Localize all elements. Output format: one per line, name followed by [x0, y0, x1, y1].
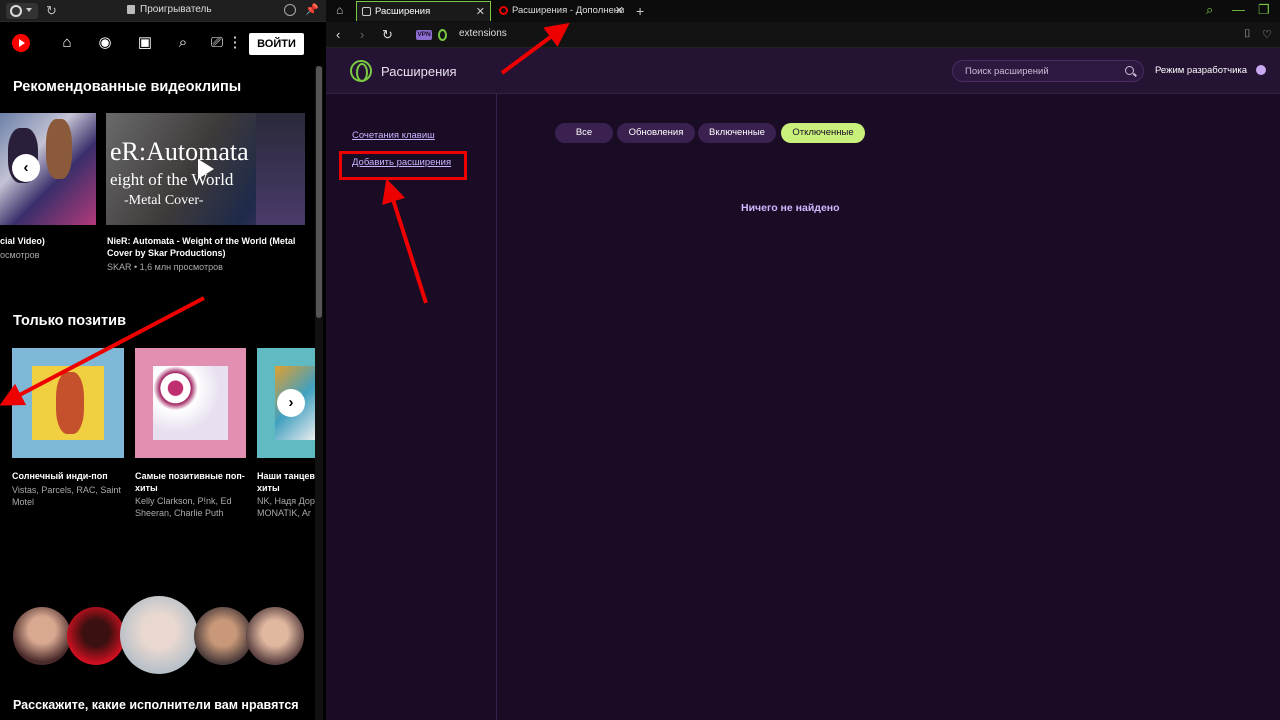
annotation-arrows — [0, 22, 570, 406]
arrow-to-panel — [0, 296, 205, 406]
arrow-to-tab — [500, 22, 570, 75]
arrow-to-add-extensions — [382, 178, 428, 304]
